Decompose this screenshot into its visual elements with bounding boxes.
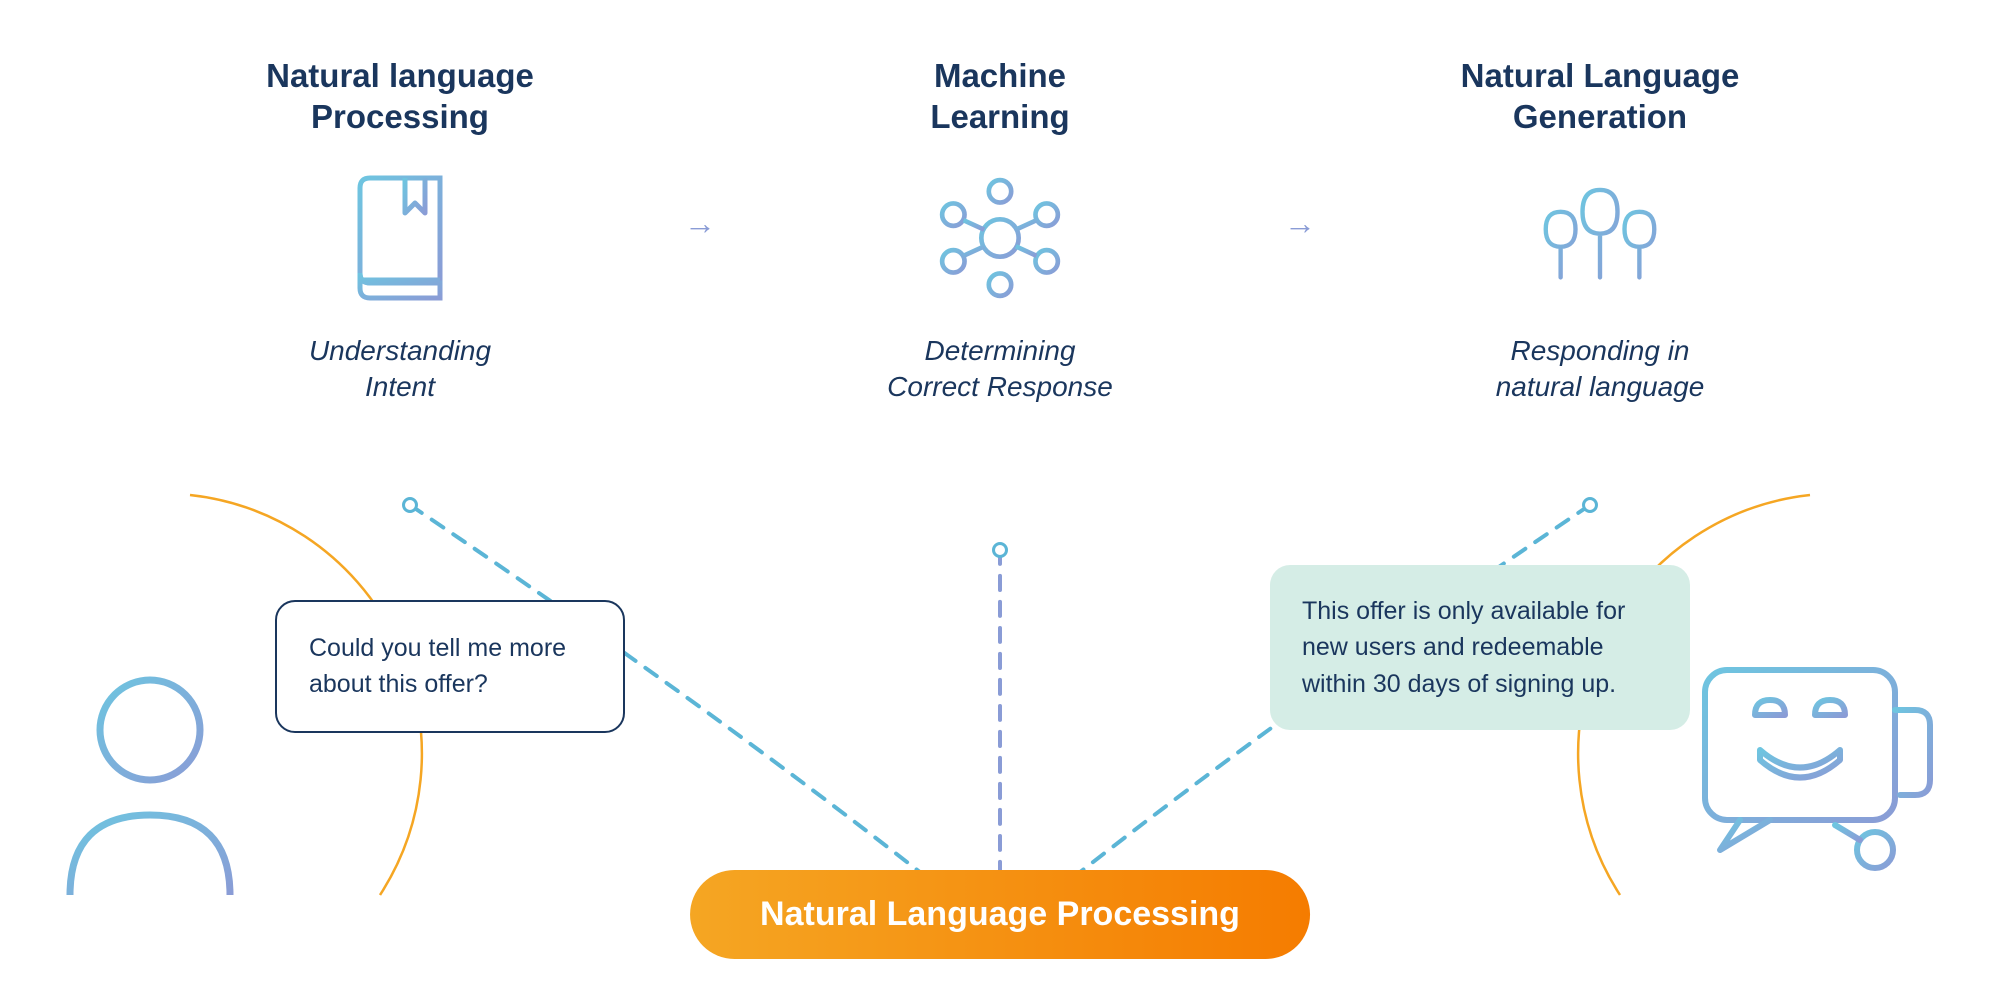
stage-subtitle-nlg: Responding innatural language xyxy=(1496,333,1705,406)
pill-label: Natural Language Processing xyxy=(760,895,1240,933)
connector-dot xyxy=(1582,497,1598,513)
bottom-area: Could you tell me more about this offer?… xyxy=(0,500,2000,1000)
arrow-right-icon: → xyxy=(684,205,716,242)
stage-title-ml: MachineLearning xyxy=(930,55,1069,138)
stage-title-nlg: Natural LanguageGeneration xyxy=(1461,55,1740,138)
book-icon xyxy=(330,168,470,308)
connector-dot xyxy=(992,542,1008,558)
stages-row: Natural languageProcessing Understanding… xyxy=(210,55,1790,405)
user-message-text: Could you tell me more about this offer? xyxy=(309,634,566,698)
connector-dot xyxy=(402,497,418,513)
stage-title-nlp: Natural languageProcessing xyxy=(266,55,534,138)
stage-subtitle-ml: DeterminingCorrect Response xyxy=(887,333,1113,406)
stage-subtitle-nlp: UnderstandingIntent xyxy=(309,333,491,406)
nlp-pill: Natural Language Processing xyxy=(690,870,1310,959)
arrow-right-icon: → xyxy=(1284,205,1316,242)
stage-nlg: Natural LanguageGeneration Responding in… xyxy=(1410,55,1790,405)
stage-nlp: Natural languageProcessing Understanding… xyxy=(210,55,590,405)
trees-icon xyxy=(1530,168,1670,308)
bot-message-text: This offer is only available for new use… xyxy=(1302,597,1625,698)
user-icon xyxy=(55,670,245,905)
chatbot-icon xyxy=(1685,650,1945,885)
user-speech-bubble: Could you tell me more about this offer? xyxy=(275,600,625,733)
bot-speech-bubble: This offer is only available for new use… xyxy=(1270,565,1690,730)
stage-ml: MachineLearning xyxy=(810,55,1190,405)
network-icon xyxy=(930,168,1070,308)
